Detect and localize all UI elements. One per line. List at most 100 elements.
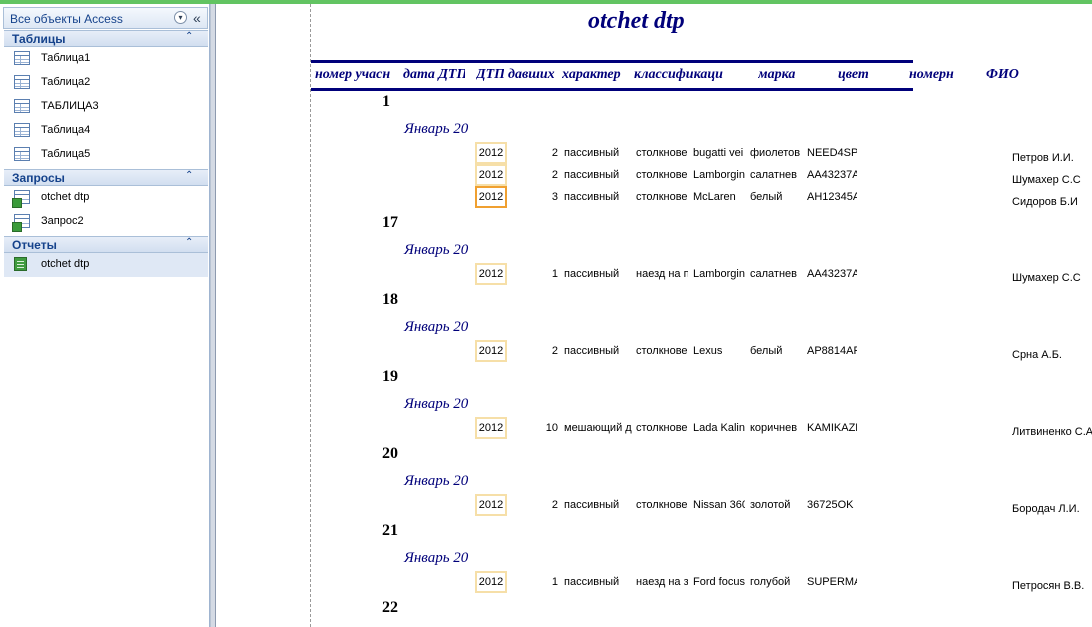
- brand-cell: Nissan 360: [693, 499, 745, 511]
- report-view: otchet dtp номер учасн дата ДТП ДТП давш…: [216, 4, 1092, 627]
- chevron-up-icon[interactable]: ⌃: [185, 237, 193, 248]
- group-header-queries[interactable]: Запросы ⌃: [4, 169, 208, 186]
- brand-cell: Lamborgin: [693, 268, 745, 280]
- color-cell: салатнев: [750, 169, 797, 181]
- character-cell: пассивный: [564, 191, 620, 203]
- chevron-up-icon[interactable]: ⌃: [185, 170, 193, 181]
- count-cell: 2: [551, 169, 558, 181]
- brand-cell: Lamborgin: [693, 169, 745, 181]
- chevron-up-icon[interactable]: ⌃: [185, 31, 193, 42]
- color-cell: белый: [750, 345, 783, 357]
- column-header: давших: [508, 67, 555, 82]
- group-number: 19: [382, 368, 398, 385]
- nav-item-label: Запрос2: [41, 215, 84, 227]
- group-label: Отчеты: [12, 238, 57, 252]
- column-header: марка: [758, 67, 796, 82]
- year-field[interactable]: 2012: [475, 494, 507, 516]
- margin-guide: [310, 4, 311, 627]
- plate-cell: АР8814АР: [807, 345, 857, 357]
- group-number: 21: [382, 522, 398, 539]
- count-cell: 10: [545, 422, 558, 434]
- classification-cell: столкнове: [636, 422, 688, 434]
- classification-cell: столкнове: [636, 169, 688, 181]
- count-cell: 3: [551, 191, 558, 203]
- count-cell: 1: [551, 268, 558, 280]
- nav-item-table2[interactable]: Таблица2: [4, 71, 208, 95]
- report-title: otchet dtp: [588, 8, 685, 34]
- fio-cell: Сидоров Б.И: [1012, 196, 1078, 208]
- nav-item-table1[interactable]: Таблица1: [4, 47, 208, 71]
- column-header: дата ДТП: [403, 67, 465, 82]
- character-cell: пассивный: [564, 268, 620, 280]
- nav-pane-title[interactable]: Все объекты Access: [10, 12, 123, 26]
- nav-item-label: Таблица1: [41, 52, 91, 64]
- group-header-reports[interactable]: Отчеты ⌃: [4, 236, 208, 253]
- classification-cell: наезд на п: [636, 268, 688, 280]
- group-number: 18: [382, 291, 398, 308]
- count-cell: 2: [551, 499, 558, 511]
- fio-cell: Петросян В.В.: [1012, 580, 1085, 592]
- year-field-focused[interactable]: 2012: [475, 186, 507, 208]
- query-icon: [12, 190, 30, 208]
- brand-cell: Lada Kalin: [693, 422, 745, 434]
- classification-cell: столкнове: [636, 191, 688, 203]
- character-cell: пассивный: [564, 169, 620, 181]
- color-cell: фиолетов: [750, 147, 801, 159]
- column-header: ДТП: [476, 67, 504, 82]
- classification-cell: столкнове: [636, 147, 688, 159]
- classification-cell: столкнове: [636, 499, 688, 511]
- color-cell: белый: [750, 191, 783, 203]
- column-header: номер учасн: [315, 67, 391, 82]
- plate-cell: NEED4SPD: [807, 147, 857, 159]
- plate-cell: KAMIKAZE: [807, 422, 857, 434]
- group-month: Январь 20: [404, 242, 469, 258]
- group-month: Январь 20: [404, 121, 469, 137]
- group-month: Январь 20: [404, 550, 469, 566]
- year-field[interactable]: 2012: [475, 263, 507, 285]
- year-field[interactable]: 2012: [475, 340, 507, 362]
- nav-item-table3[interactable]: ТАБЛИЦА3: [4, 95, 208, 119]
- color-cell: голубой: [750, 576, 791, 588]
- nav-pane-header[interactable]: Все объекты Access ▾ «: [3, 7, 208, 29]
- nav-item-report-otchet-dtp[interactable]: otchet dtp: [4, 253, 208, 277]
- column-header: номерн: [909, 67, 954, 82]
- nav-item-table5[interactable]: Таблица5: [4, 143, 208, 167]
- year-field[interactable]: 2012: [475, 571, 507, 593]
- character-cell: пассивный: [564, 147, 620, 159]
- year-field[interactable]: 2012: [475, 142, 507, 164]
- nav-item-query2[interactable]: Запрос2: [4, 210, 208, 234]
- navigation-pane: Все объекты Access ▾ « Таблицы ⌃ Таблица…: [0, 4, 210, 627]
- table-icon: [14, 147, 30, 161]
- nav-item-table4[interactable]: Таблица4: [4, 119, 208, 143]
- classification-cell: столкнове: [636, 345, 688, 357]
- column-header: классификаци: [634, 67, 723, 82]
- group-month: Январь 20: [404, 319, 469, 335]
- column-header: цвет: [838, 67, 869, 82]
- count-cell: 2: [551, 345, 558, 357]
- nav-item-label: Таблица5: [41, 148, 91, 160]
- year-field[interactable]: 2012: [475, 417, 507, 439]
- group-label: Таблицы: [12, 32, 66, 46]
- character-cell: пассивный: [564, 576, 620, 588]
- table-icon: [14, 99, 30, 113]
- chevron-down-icon[interactable]: ▾: [174, 11, 187, 24]
- column-header: ФИО: [986, 67, 1019, 82]
- year-field[interactable]: 2012: [475, 164, 507, 186]
- fio-cell: Шумахер С.С: [1012, 272, 1081, 284]
- fio-cell: Шумахер С.С: [1012, 174, 1081, 186]
- group-label: Запросы: [12, 171, 65, 185]
- count-cell: 1: [551, 576, 558, 588]
- color-cell: коричнев: [750, 422, 798, 434]
- report-icon: [14, 257, 27, 271]
- character-cell: пассивный: [564, 499, 620, 511]
- group-header-tables[interactable]: Таблицы ⌃: [4, 30, 208, 47]
- fio-cell: Петров И.И.: [1012, 152, 1074, 164]
- header-rule-bottom: [311, 88, 913, 91]
- nav-item-query-otchet-dtp[interactable]: otchet dtp: [4, 186, 208, 210]
- collapse-pane-icon[interactable]: «: [193, 10, 201, 26]
- nav-item-label: ТАБЛИЦА3: [41, 100, 99, 112]
- nav-item-label: Таблица2: [41, 76, 91, 88]
- column-header: характер: [562, 67, 621, 82]
- plate-cell: АА43237А: [807, 268, 857, 280]
- brand-cell: Lexus: [693, 345, 723, 357]
